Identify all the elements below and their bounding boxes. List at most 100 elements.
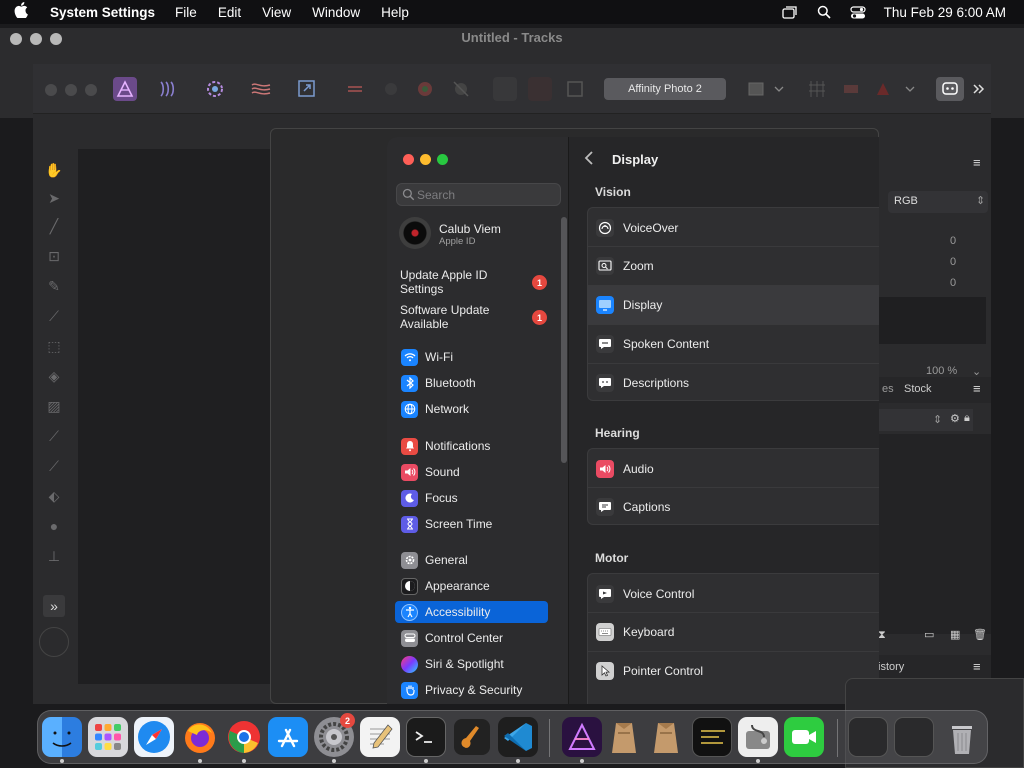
close-button[interactable] (403, 154, 414, 165)
app-name[interactable]: System Settings (50, 5, 155, 20)
sidebar-item-notifications[interactable]: Notifications (395, 435, 548, 457)
view-tool-icon[interactable]: ✋ (43, 159, 65, 181)
quick-mask-icon[interactable] (744, 77, 768, 101)
package-app-icon[interactable] (604, 717, 644, 757)
update-apple-id-notice[interactable]: Update Apple ID Settings 1 (400, 268, 560, 296)
toolbar-overflow-icon[interactable] (971, 77, 987, 101)
flood-fill-tool-icon[interactable]: ◈ (43, 365, 65, 387)
tab-stock[interactable]: Stock (904, 383, 932, 395)
snapshot-icon[interactable] (871, 77, 895, 101)
row-voiceover[interactable]: VoiceOver (588, 208, 879, 247)
tab-styles[interactable]: es (882, 383, 894, 395)
dodge-tool-icon[interactable]: ⟋ (43, 455, 65, 477)
photo-persona-icon[interactable] (113, 77, 137, 101)
zoom-value[interactable]: 100 % (926, 365, 957, 377)
snapping-icon[interactable] (805, 77, 829, 101)
tone-mapping-persona-icon[interactable] (249, 77, 273, 101)
menu-file[interactable]: File (175, 5, 197, 20)
grid-icon[interactable]: ▦ (950, 628, 960, 641)
move-tool-icon[interactable]: ➤ (43, 187, 65, 209)
stamp-tool-icon[interactable]: ⊥ (43, 545, 65, 567)
mask-off-icon[interactable] (449, 77, 473, 101)
develop-persona-icon[interactable] (203, 77, 227, 101)
recent-window-1-icon[interactable] (848, 717, 888, 757)
row-audio[interactable]: Audio (588, 449, 879, 488)
tool-option-icon[interactable] (343, 77, 367, 101)
menu-window[interactable]: Window (312, 5, 360, 20)
menu-view[interactable]: View (262, 5, 291, 20)
flood-select-tool-icon[interactable]: ⟋ (43, 305, 65, 327)
apple-id-profile[interactable]: Calub Viem Apple ID (399, 217, 559, 251)
sidebar-item-bluetooth[interactable]: Bluetooth (395, 372, 548, 394)
sidebar-item-privacy-security[interactable]: Privacy & Security (395, 679, 548, 701)
export-persona-icon[interactable] (295, 77, 319, 101)
sidebar-item-accessibility[interactable]: Accessibility (395, 601, 548, 623)
tab-history[interactable]: istory (878, 661, 904, 673)
row-zoom[interactable]: Zoom (588, 246, 879, 285)
tools-expand-icon[interactable]: » (43, 595, 65, 617)
finder-icon[interactable] (42, 717, 82, 757)
software-update-notice[interactable]: Software Update Available 1 (400, 303, 560, 331)
paint-brush-tool-icon[interactable]: ⟋ (43, 425, 65, 447)
document-canvas[interactable] (78, 149, 270, 684)
vscode-icon[interactable] (498, 717, 538, 757)
menu-edit[interactable]: Edit (218, 5, 241, 20)
row-spoken-content[interactable]: Spoken Content (588, 324, 879, 363)
row-captions[interactable]: Captions (588, 487, 879, 526)
textedit-icon[interactable] (360, 717, 400, 757)
clock[interactable]: Thu Feb 29 6:00 AM (884, 5, 1006, 20)
window-switcher-icon[interactable] (782, 5, 798, 19)
panel-menu-icon[interactable]: ≡ (973, 381, 981, 396)
trash-icon[interactable]: 🗑︎ (973, 628, 987, 641)
blur-tool-icon[interactable]: ● (43, 515, 65, 537)
zoom-button[interactable] (437, 154, 448, 165)
sidebar-item-siri-spotlight[interactable]: Siri & Spotlight (395, 653, 548, 675)
toolbar-button-c[interactable] (563, 77, 587, 101)
safari-icon[interactable] (134, 717, 174, 757)
sidebar-item-sound[interactable]: Sound (395, 461, 548, 483)
assistant-icon[interactable] (839, 77, 863, 101)
affinity-photo-icon[interactable] (562, 717, 602, 757)
color-wheel-icon[interactable] (413, 77, 437, 101)
spotlight-search-icon[interactable] (816, 5, 832, 19)
funnel-icon[interactable]: ⧗ (878, 629, 886, 642)
back-button[interactable] (584, 150, 594, 171)
assistant-robot-icon[interactable] (936, 77, 964, 101)
color-swatch-icon[interactable] (39, 627, 69, 657)
sidebar-item-general[interactable]: General (395, 549, 548, 571)
disk-utility-icon[interactable] (738, 717, 778, 757)
crop-tool-icon[interactable]: ⊡ (43, 245, 65, 267)
sidebar-item-screen-time[interactable]: Screen Time (395, 513, 548, 535)
row-descriptions[interactable]: Descriptions (588, 363, 879, 402)
affinity-window-controls[interactable] (45, 84, 97, 96)
sidebar-item-control-center[interactable]: Control Center (395, 627, 548, 649)
launchpad-icon[interactable] (88, 717, 128, 757)
gear-icon[interactable]: ⚙ (950, 412, 960, 425)
control-center-icon[interactable] (850, 5, 866, 19)
stock-search-row[interactable]: ⇕ ⚙ 🔒︎ (878, 409, 973, 431)
console-icon[interactable] (692, 717, 732, 757)
minimize-button[interactable] (420, 154, 431, 165)
affinity-document-title[interactable]: Affinity Photo 2 (604, 78, 726, 100)
app-store-icon[interactable] (268, 717, 308, 757)
sidebar-scrollbar[interactable] (561, 217, 567, 463)
marquee-tool-icon[interactable]: ⬚ (43, 335, 65, 357)
lock-icon[interactable]: 🔒︎ (964, 412, 970, 425)
trash-icon[interactable] (942, 717, 982, 757)
color-mode-select[interactable]: RGB ⇕ (888, 191, 988, 213)
toolbar-dropdown-icon[interactable] (903, 77, 917, 101)
panel-menu-icon[interactable]: ≡ (973, 659, 981, 674)
clone-tool-icon[interactable]: ⬖ (43, 485, 65, 507)
chrome-icon[interactable] (224, 717, 264, 757)
apple-menu-icon[interactable] (14, 2, 36, 22)
row-pointer-control[interactable]: Pointer Control (588, 651, 879, 690)
sidebar-item-network[interactable]: Network (395, 398, 548, 420)
package-app-2-icon[interactable] (646, 717, 686, 757)
color-picker-tool-icon[interactable]: ╱ (43, 215, 65, 237)
sidebar-item-appearance[interactable]: Appearance (395, 575, 548, 597)
toolbar-button-a[interactable] (493, 77, 517, 101)
gradient-tool-icon[interactable]: ▨ (43, 395, 65, 417)
menu-help[interactable]: Help (381, 5, 409, 20)
row-voice-control[interactable]: Voice Control (588, 574, 879, 613)
liquify-persona-icon[interactable] (157, 77, 181, 101)
